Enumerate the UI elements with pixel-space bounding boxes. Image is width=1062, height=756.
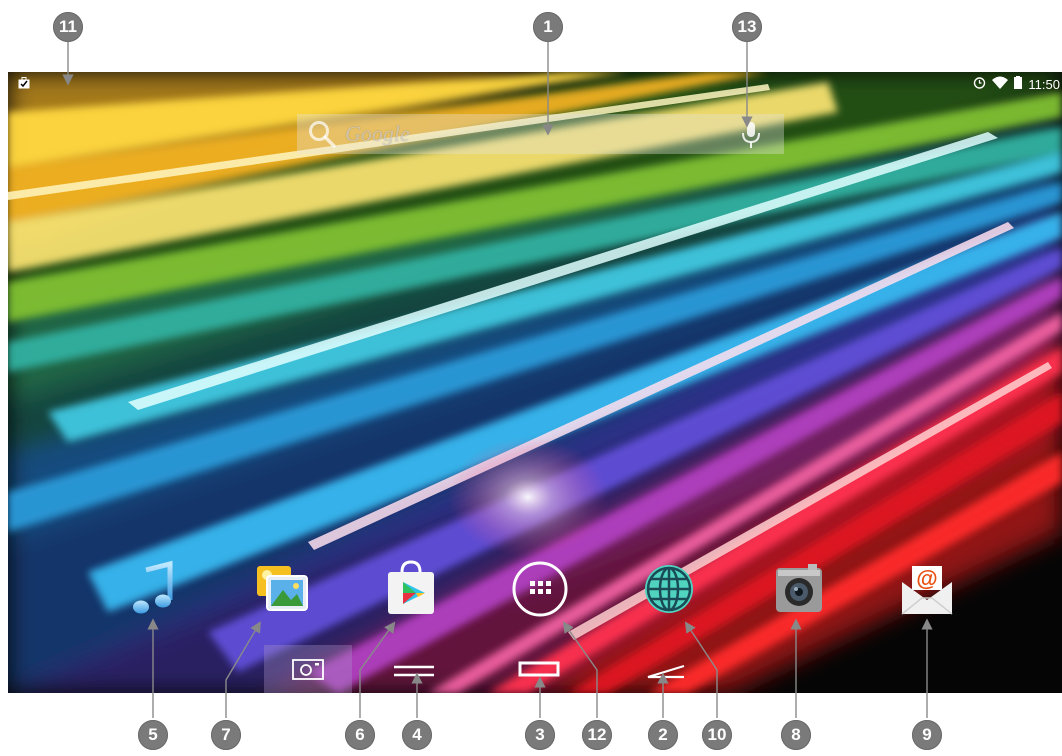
email-app-icon[interactable]: @ [898,560,956,618]
status-bar: 11:50 [8,72,1062,96]
search-placeholder[interactable]: Google [345,121,410,147]
callout-2: 2 [648,720,678,750]
menu-icon [394,665,434,677]
briefcase-check-icon[interactable] [18,77,30,92]
callout-5: 5 [138,720,168,750]
callout-8: 8 [781,720,811,750]
apps-grid-icon [530,581,551,594]
screenshot-camera-button[interactable] [264,645,352,693]
battery-icon [1014,76,1023,92]
callout-6: 6 [345,720,375,750]
alarm-icon [973,76,986,92]
callout-4: 4 [402,720,432,750]
play-store-app-icon[interactable] [382,560,440,618]
callout-12: 12 [582,720,612,750]
callout-3: 3 [525,720,555,750]
back-button[interactable] [644,664,688,684]
callout-7: 7 [211,720,241,750]
svg-text:@: @ [916,566,937,591]
tablet-home-screen: 11:50 Google @ [8,72,1062,693]
home-button[interactable] [518,660,562,680]
callout-11: 11 [53,12,83,42]
music-app-icon[interactable] [126,560,184,618]
callout-10: 10 [702,720,732,750]
camera-app-icon[interactable] [770,560,828,618]
gallery-app-icon[interactable] [253,560,311,618]
menu-button[interactable] [392,662,436,682]
google-search-bar[interactable]: Google [297,114,784,154]
app-drawer-button[interactable] [511,560,569,618]
microphone-icon[interactable] [740,120,762,150]
wifi-icon [992,76,1009,92]
home-icon [518,661,560,677]
callout-9: 9 [912,720,942,750]
browser-app-icon[interactable] [640,560,698,618]
clock: 11:50 [1028,76,1060,92]
callout-1: 1 [533,12,563,42]
callout-13: 13 [732,12,762,42]
back-icon [647,664,685,679]
screenshot-camera-icon [292,659,324,680]
search-icon[interactable] [307,119,337,149]
